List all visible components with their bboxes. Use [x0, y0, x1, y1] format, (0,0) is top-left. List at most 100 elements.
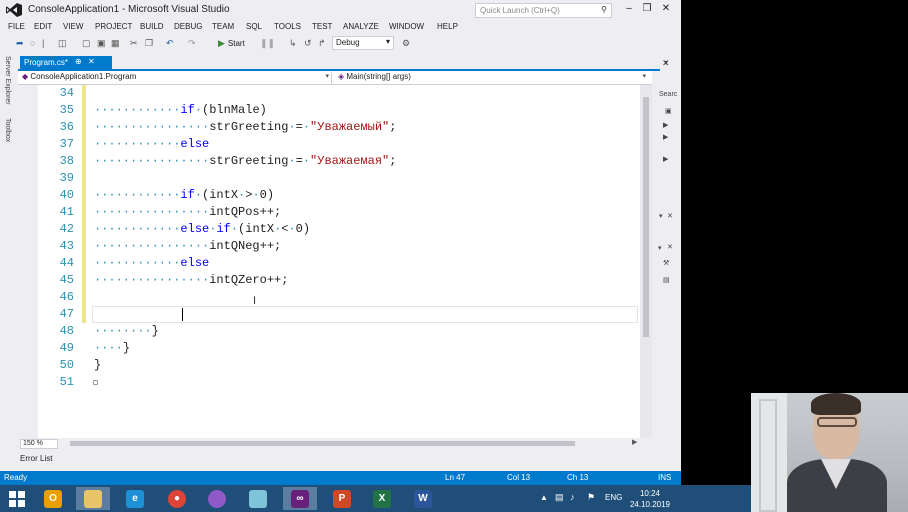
navigation-bar: ◆ ConsoleApplication1.Program ▾ ◈ Main(s…: [18, 71, 652, 85]
line-number: 50: [59, 358, 74, 372]
whitespace-marker: ·: [230, 222, 239, 236]
webcam-overlay: [751, 393, 908, 512]
wrench-icon[interactable]: ⚒: [663, 259, 669, 267]
start-button[interactable]: [0, 487, 34, 510]
expand-arrow-icon[interactable]: ▶: [663, 155, 668, 163]
member-dropdown[interactable]: ◈ Main(string[] args) ▾: [338, 72, 648, 84]
taskbar-file-explorer[interactable]: [76, 487, 110, 510]
solution-config-select[interactable]: Debug ▾: [332, 36, 394, 50]
changed-lines-marker: [82, 85, 86, 323]
attach-icon[interactable]: ⚙: [402, 38, 410, 49]
close-icon[interactable]: ✕: [659, 3, 673, 17]
whitespace-marker: ············: [94, 256, 181, 270]
properties-icon[interactable]: ▤: [663, 276, 670, 284]
step-into-icon[interactable]: ↳: [289, 38, 297, 49]
dropdown-icon[interactable]: ▾: [659, 212, 663, 220]
cut-icon[interactable]: ✂: [130, 38, 138, 49]
search-label[interactable]: Searc: [659, 91, 677, 98]
menu-project[interactable]: PROJECT: [95, 22, 132, 31]
code-line: ············if·(intX·>·0): [94, 187, 274, 204]
line-number: 38: [59, 154, 74, 168]
close-icon[interactable]: ✕: [667, 243, 673, 251]
taskbar-internet-explorer[interactable]: e: [118, 487, 152, 510]
menu-analyze[interactable]: ANALYZE: [343, 22, 379, 31]
close-icon[interactable]: ✕: [667, 212, 673, 220]
step-over-icon[interactable]: ↺: [304, 38, 312, 49]
error-list-tab[interactable]: Error List: [20, 454, 52, 463]
clock[interactable]: 10:24 24.10.2019: [628, 488, 672, 510]
code-token: (intX: [202, 188, 239, 202]
code-token: }: [94, 358, 102, 372]
copy-icon[interactable]: ❐: [145, 38, 153, 49]
forward-icon[interactable]: ○: [30, 38, 35, 49]
menu-test[interactable]: TEST: [312, 22, 332, 31]
save-all-icon[interactable]: ▦: [111, 38, 120, 49]
server-explorer-tab[interactable]: Server Explorer: [4, 56, 11, 105]
menu-file[interactable]: FILE: [8, 22, 25, 31]
visual-studio-icon: ∞: [291, 489, 309, 508]
tab-program-cs[interactable]: Program.cs* ⊕ ✕: [20, 56, 112, 70]
string-token: "Уважаемая": [310, 154, 390, 168]
taskbar-visual-studio[interactable]: ∞: [283, 487, 317, 510]
taskbar-chrome[interactable]: ●: [160, 487, 194, 510]
redo-icon[interactable]: ↷: [188, 38, 196, 49]
expand-arrow-icon[interactable]: ▶: [663, 133, 668, 141]
tray-arrow-icon[interactable]: ▲: [540, 493, 548, 502]
step-out-icon[interactable]: ↱: [318, 38, 326, 49]
language-indicator[interactable]: ENG: [605, 493, 622, 502]
expand-arrow-icon[interactable]: ▶: [663, 121, 668, 129]
pause-icon[interactable]: ❚❚: [260, 38, 275, 49]
menu-team[interactable]: TEAM: [212, 22, 234, 31]
panel-button-icon[interactable]: ▣: [665, 107, 672, 115]
class-dropdown[interactable]: ◆ ConsoleApplication1.Program ▾: [22, 72, 332, 84]
code-line: ················intQNeg++;: [94, 238, 281, 255]
flag-icon[interactable]: ⚑: [587, 492, 595, 503]
line-number: 47: [59, 307, 74, 321]
close-tab-icon[interactable]: ✕: [88, 57, 95, 66]
horizontal-scroll-thumb[interactable]: [70, 441, 575, 446]
new-project-icon[interactable]: ◫: [58, 38, 67, 49]
undo-icon[interactable]: ↶: [166, 38, 174, 49]
vertical-scrollbar[interactable]: [640, 85, 652, 438]
restore-icon[interactable]: ❐: [640, 3, 654, 17]
menu-debug[interactable]: DEBUG: [174, 22, 202, 31]
scroll-right-icon[interactable]: ▶: [632, 438, 637, 446]
quick-launch-input[interactable]: Quick Launch (Ctrl+Q) ⚲: [475, 3, 612, 18]
back-icon[interactable]: ➦: [16, 38, 24, 49]
menu-edit[interactable]: EDIT: [34, 22, 52, 31]
taskbar-paint[interactable]: [200, 487, 234, 510]
code-editor[interactable]: 34 35 36 37 38 39 40 41 42 43 44 45 46 47 48 49 50 51 ···…: [38, 85, 640, 438]
code-token: }: [122, 341, 131, 355]
taskbar-powerpoint[interactable]: P: [325, 487, 359, 510]
start-debug-button[interactable]: ▶ Start: [218, 37, 245, 50]
menu-build[interactable]: BUILD: [140, 22, 164, 31]
chrome-icon: ●: [168, 489, 186, 508]
vertical-scroll-thumb[interactable]: [643, 97, 649, 337]
palette-icon: [208, 489, 226, 508]
taskbar-word[interactable]: W: [406, 487, 440, 510]
volume-icon[interactable]: ♪: [570, 492, 575, 502]
menu-tools[interactable]: TOOLS: [274, 22, 301, 31]
class-value: ConsoleApplication1.Program: [30, 72, 137, 81]
pin-icon[interactable]: ⊕: [75, 57, 82, 66]
taskbar-outlook[interactable]: O: [36, 487, 70, 510]
taskbar-excel[interactable]: X: [365, 487, 399, 510]
minimize-icon[interactable]: –: [622, 3, 636, 17]
dropdown-icon[interactable]: ▾: [658, 244, 662, 252]
zoom-select[interactable]: 150 %: [20, 439, 58, 449]
close-window-icon[interactable]: ✕: [662, 58, 670, 69]
menu-view[interactable]: VIEW: [63, 22, 83, 31]
network-icon[interactable]: ▤: [555, 492, 564, 503]
quick-launch-placeholder: Quick Launch (Ctrl+Q): [480, 6, 560, 15]
save-icon[interactable]: ▣: [97, 38, 106, 49]
line-number: 41: [59, 205, 74, 219]
toolbox-tab[interactable]: Toolbox: [4, 118, 11, 142]
right-tool-panel: Searc ▣ ▶ ▶ ▶ ▾ ✕ ▾ ✕ ⚒ ▤: [655, 85, 681, 445]
menu-sql[interactable]: SQL: [246, 22, 262, 31]
open-file-icon[interactable]: ▢: [82, 38, 91, 49]
outlook-icon: O: [44, 489, 62, 508]
taskbar-notepad[interactable]: [241, 487, 275, 510]
menu-window[interactable]: WINDOW: [389, 22, 424, 31]
code-line: ········}: [94, 323, 159, 340]
menu-help[interactable]: HELP: [437, 22, 458, 31]
